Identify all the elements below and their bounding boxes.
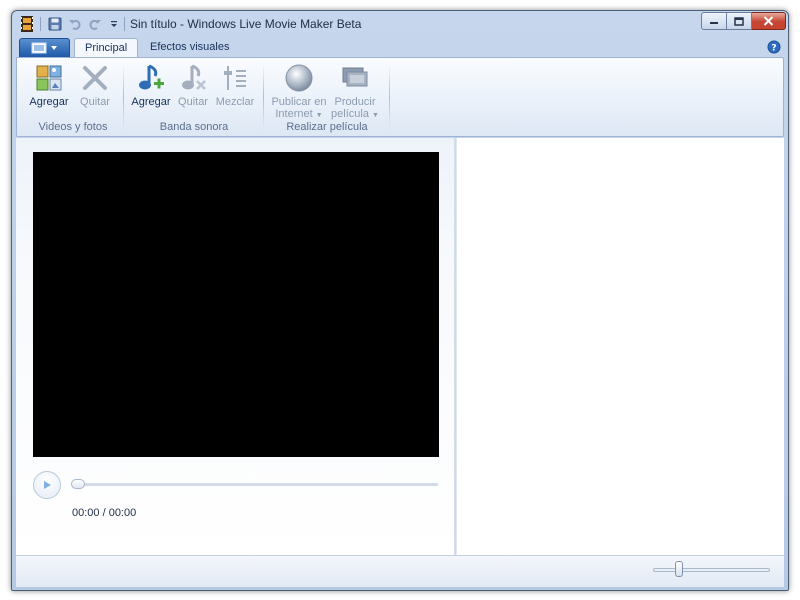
publish-online-button[interactable]: Publicar en Internet ▼ (271, 62, 327, 122)
close-icon (763, 16, 774, 26)
dropdown-caret-icon: ▼ (372, 112, 379, 119)
seek-handle[interactable] (71, 479, 85, 489)
produce-movie-button[interactable]: Producir película ▼ (329, 62, 381, 122)
app-window: Sin título - Windows Live Movie Maker Be… (11, 10, 789, 591)
window-title: Sin título - Windows Live Movie Maker Be… (130, 17, 362, 31)
button-label-line2: Internet (275, 108, 313, 120)
qat-separator (40, 17, 41, 31)
video-preview[interactable] (33, 152, 439, 457)
button-label: Publicar en Internet ▼ (271, 96, 327, 122)
produce-movie-icon (339, 62, 371, 94)
mix-audio-button[interactable]: Mezclar (213, 62, 257, 108)
maximize-icon (734, 16, 744, 26)
title-bar[interactable]: Sin título - Windows Live Movie Maker Be… (12, 11, 788, 36)
redo-icon[interactable] (87, 16, 103, 32)
add-music-button[interactable]: Agregar (129, 62, 173, 108)
film-icon[interactable] (20, 16, 34, 32)
ribbon: Agregar Quitar Videos y fotos Agregar Qu… (16, 57, 784, 137)
chevron-down-icon (51, 46, 57, 50)
button-label: Quitar (80, 96, 110, 108)
button-label: Producir película ▼ (329, 96, 381, 122)
button-label: Mezclar (215, 96, 255, 108)
button-label: Quitar (178, 96, 208, 108)
button-label-line1: Publicar en (271, 96, 327, 108)
ribbon-tab-row: Principal Efectos visuales ? (16, 36, 784, 58)
status-bar (16, 555, 784, 587)
tab-efectos-visuales[interactable]: Efectos visuales (140, 38, 239, 58)
button-label-line2: película (331, 108, 369, 120)
globe-icon (283, 62, 315, 94)
add-music-icon (135, 62, 167, 94)
help-icon[interactable]: ? (767, 40, 781, 54)
play-icon (44, 481, 51, 489)
seek-bar[interactable] (71, 483, 438, 486)
group-separator (123, 64, 124, 130)
svg-text:?: ? (771, 44, 776, 54)
play-button[interactable] (33, 471, 61, 499)
close-button[interactable] (752, 12, 786, 30)
dropdown-caret-icon: ▼ (315, 112, 323, 119)
tab-principal[interactable]: Principal (74, 38, 139, 58)
application-menu-button[interactable] (19, 38, 70, 58)
group-label: Banda sonora (159, 121, 229, 133)
maximize-button[interactable] (727, 12, 752, 30)
group-separator (263, 64, 264, 130)
button-label-line1: Producir (334, 96, 376, 108)
remove-music-button[interactable]: Quitar (173, 62, 213, 108)
minimize-icon (710, 22, 718, 24)
timecode: 00:00 / 00:00 (72, 507, 137, 519)
group-realizar-pelicula: Publicar en Internet ▼ Producir película (267, 62, 387, 134)
save-icon[interactable] (47, 16, 63, 32)
button-label: Agregar (29, 96, 69, 108)
remove-music-icon (177, 62, 209, 94)
minimize-button[interactable] (701, 12, 727, 30)
storyboard-pane[interactable] (457, 138, 784, 555)
remove-x-icon (79, 62, 111, 94)
group-separator (389, 64, 390, 130)
app-menu-icon (31, 42, 47, 54)
group-label: Realizar película (286, 121, 368, 133)
customize-dropdown-icon[interactable] (106, 16, 122, 32)
zoom-slider-handle[interactable] (674, 561, 683, 577)
zoom-slider-track[interactable] (653, 568, 770, 572)
workspace: 00:00 / 00:00 (16, 138, 784, 555)
group-banda-sonora: Agregar Quitar Mezclar Banda sonora (127, 62, 261, 134)
qat-separator (124, 17, 125, 31)
mix-audio-icon (219, 62, 251, 94)
add-videos-photos-button[interactable]: Agregar (27, 62, 71, 108)
remove-media-button[interactable]: Quitar (75, 62, 115, 108)
preview-pane: 00:00 / 00:00 (16, 138, 454, 555)
button-label: Agregar (131, 96, 171, 108)
undo-icon[interactable] (67, 16, 83, 32)
group-label: Videos y fotos (38, 121, 108, 133)
group-videos-y-fotos: Agregar Quitar Videos y fotos (25, 62, 121, 134)
add-media-icon (33, 62, 65, 94)
